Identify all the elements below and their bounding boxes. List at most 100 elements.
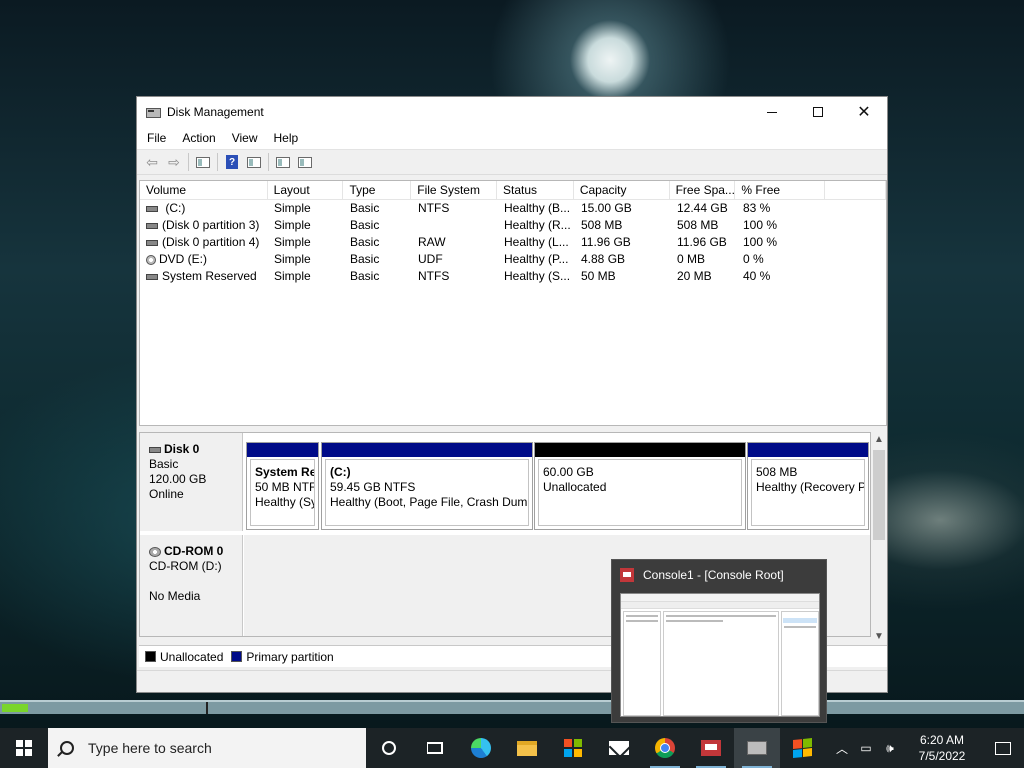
mail-button[interactable]: [596, 728, 642, 768]
column-header-percent-free[interactable]: % Free: [735, 181, 826, 199]
toolbar: ⇦ ⇨ ?: [137, 149, 887, 175]
show-hidden-icons-button[interactable]: ︿: [830, 728, 854, 768]
volume-row[interactable]: DVD (E:) Simple Basic UDF Healthy (P... 4.88 …: [140, 251, 886, 268]
disk-name: Disk 0: [164, 442, 200, 456]
list-button[interactable]: [294, 152, 316, 172]
column-header-volume[interactable]: Volume: [140, 181, 268, 199]
start-button[interactable]: [0, 728, 48, 768]
title-bar[interactable]: Disk Management ✕: [137, 97, 887, 127]
cell-text: RAW: [418, 235, 446, 249]
partition-status: Unallocated: [543, 480, 607, 494]
task-view-button[interactable]: [412, 728, 458, 768]
cell-text: Healthy (P...: [504, 252, 569, 266]
volume-cell-free: 0 MB: [671, 251, 737, 268]
edge-button[interactable]: [458, 728, 504, 768]
partition-recovery[interactable]: 508 MB Healthy (Recovery P: [747, 442, 869, 530]
partition-c-drive[interactable]: (C:) 59.45 GB NTFS Healthy (Boot, Page F…: [321, 442, 533, 530]
scroll-down-icon[interactable]: ▼: [871, 629, 887, 645]
volume-cell-fs: UDF: [412, 251, 498, 268]
volume-cell-fs: NTFS: [412, 200, 498, 217]
system-tray: ︿ ▭ 🕪 6:20 AM 7/5/2022: [830, 728, 1024, 768]
scrollbar-thumb[interactable]: [873, 450, 885, 540]
volume-cell-capacity: 50 MB: [575, 268, 671, 285]
taskbar-thumbnail-preview[interactable]: Console1 - [Console Root]: [611, 559, 827, 723]
menu-help[interactable]: Help: [266, 131, 307, 145]
console-icon: [620, 568, 634, 582]
cell-text: Simple: [274, 201, 311, 215]
graphical-view-scrollbar[interactable]: ▲ ▼: [871, 432, 887, 645]
network-button[interactable]: ▭: [854, 728, 878, 768]
volume-cell-capacity: 508 MB: [575, 217, 671, 234]
file-explorer-button[interactable]: [504, 728, 550, 768]
progress-fill: [2, 704, 28, 712]
cell-text: Healthy (L...: [504, 235, 569, 249]
volume-row[interactable]: (Disk 0 partition 4) Simple Basic RAW Health…: [140, 234, 886, 251]
show-hide-console-tree-button[interactable]: [192, 152, 214, 172]
column-header-layout[interactable]: Layout: [268, 181, 344, 199]
connect-button[interactable]: [272, 152, 294, 172]
cdrom-0-label[interactable]: CD-ROM 0 CD-ROM (D:) No Media: [140, 535, 243, 636]
minimize-button[interactable]: [749, 97, 795, 127]
column-header-type[interactable]: Type: [343, 181, 412, 199]
menu-action[interactable]: Action: [174, 131, 223, 145]
task-view-icon: [427, 742, 443, 754]
cell-text: System Reserved: [162, 269, 257, 283]
cell-text: Basic: [350, 269, 380, 283]
volume-cell-free: 508 MB: [671, 217, 737, 234]
partition-name: (C:): [330, 465, 351, 479]
store-button[interactable]: [550, 728, 596, 768]
scroll-up-icon[interactable]: ▲: [871, 432, 887, 448]
close-button[interactable]: ✕: [841, 97, 887, 127]
disk-0-label[interactable]: Disk 0 Basic 120.00 GB Online: [140, 433, 243, 531]
windows-app-button[interactable]: [780, 728, 826, 768]
window-title: Disk Management: [167, 105, 264, 119]
menu-view[interactable]: View: [224, 131, 266, 145]
forward-button[interactable]: ⇨: [163, 152, 185, 172]
windows-logo-icon: [16, 740, 32, 756]
cell-text: Healthy (S...: [504, 269, 571, 283]
partition-system-reserved[interactable]: System Re: 50 MB NTFS Healthy (Sy: [246, 442, 319, 530]
volume-cell-capacity: 4.88 GB: [575, 251, 671, 268]
column-header-status[interactable]: Status: [497, 181, 574, 199]
search-icon: [60, 741, 74, 755]
volume-row[interactable]: (C:) Simple Basic NTFS Healthy (B... 15.00 GB…: [140, 200, 886, 217]
cortana-button[interactable]: [366, 728, 412, 768]
partition-bar-primary: [322, 443, 532, 457]
cell-text: Basic: [350, 252, 380, 266]
volume-cell-type: Basic: [344, 251, 412, 268]
volume-cell-pct: 100 %: [737, 234, 827, 251]
volume-cell-volume: (C:): [140, 200, 268, 217]
volume-cell-free: 12.44 GB: [671, 200, 737, 217]
column-header-capacity[interactable]: Capacity: [574, 181, 670, 199]
volume-row[interactable]: System Reserved Simple Basic NTFS Healthy (S…: [140, 268, 886, 285]
menu-file[interactable]: File: [139, 131, 174, 145]
back-button[interactable]: ⇦: [141, 152, 163, 172]
volume-cell-layout: Simple: [268, 251, 344, 268]
cell-text: 100 %: [743, 218, 778, 232]
console-button[interactable]: [688, 728, 734, 768]
action-center-button[interactable]: [982, 728, 1024, 768]
column-header-file-system[interactable]: File System: [411, 181, 498, 199]
legend-label: Primary partition: [246, 649, 334, 664]
volume-row[interactable]: (Disk 0 partition 3) Simple Basic Healthy (…: [140, 217, 886, 234]
connect-icon: [276, 156, 290, 168]
column-header-free-space[interactable]: Free Spa...: [670, 181, 736, 199]
taskbar-search-box[interactable]: Type here to search: [48, 728, 366, 768]
mail-icon: [609, 741, 629, 755]
chrome-button[interactable]: [642, 728, 688, 768]
volume-cell-layout: Simple: [268, 217, 344, 234]
volume-button[interactable]: 🕪: [878, 728, 902, 768]
drive-icon: [146, 205, 158, 212]
disk-management-taskbar-button[interactable]: [734, 728, 780, 768]
maximize-button[interactable]: [795, 97, 841, 127]
legend-swatch-primary: [231, 651, 243, 662]
partition-unallocated[interactable]: 60.00 GB Unallocated: [534, 442, 746, 530]
thumbnail-title: Console1 - [Console Root]: [643, 568, 784, 582]
clock[interactable]: 6:20 AM 7/5/2022: [902, 732, 982, 764]
help-button[interactable]: ?: [221, 152, 243, 172]
cell-text: Simple: [274, 269, 311, 283]
volume-cell-type: Basic: [344, 200, 412, 217]
partition-status: Healthy (Sy: [255, 495, 315, 509]
disk-type: Basic: [149, 457, 179, 471]
properties-button[interactable]: [243, 152, 265, 172]
